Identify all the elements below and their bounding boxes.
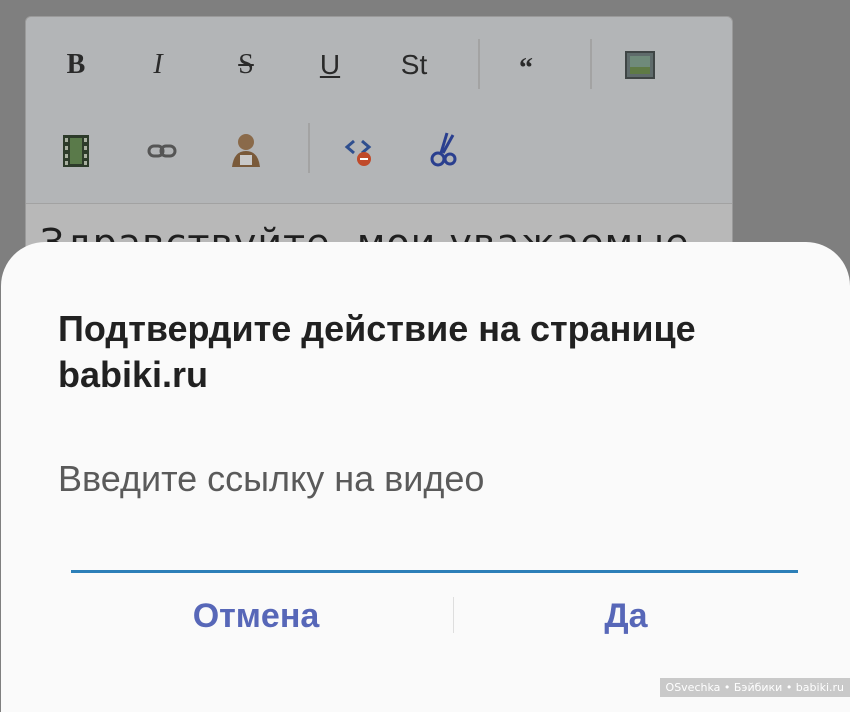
toolbar-separator	[308, 123, 310, 173]
insert-video-button[interactable]	[54, 129, 98, 173]
ok-button[interactable]: Да	[471, 586, 781, 646]
quote-button[interactable]: “	[504, 47, 548, 91]
watermark: OSvechka • Бэйбики • babiki.ru	[659, 678, 850, 697]
bold-button[interactable]: B	[54, 43, 98, 87]
cancel-button[interactable]: Отмена	[101, 586, 411, 646]
toolbar-separator	[590, 39, 592, 89]
link-icon	[147, 144, 177, 158]
underline-button[interactable]: U	[308, 43, 352, 87]
editor-toolbar: B I S U St “	[26, 17, 732, 204]
image-icon	[625, 51, 655, 79]
film-icon	[63, 135, 89, 167]
toolbar-separator	[478, 39, 480, 89]
insert-link-button[interactable]	[140, 129, 184, 173]
button-divider	[453, 597, 454, 633]
code-icon	[344, 139, 372, 166]
italic-button[interactable]: I	[136, 43, 180, 87]
cut-button[interactable]	[422, 127, 466, 171]
insert-code-button[interactable]	[338, 129, 382, 173]
insert-image-button[interactable]	[618, 43, 662, 87]
video-url-input[interactable]	[71, 532, 798, 573]
scissors-icon	[430, 132, 457, 167]
dialog-title: Подтвердите действие на странице babiki.…	[58, 308, 696, 395]
strikethrough-button[interactable]: S	[224, 43, 268, 87]
insert-user-button[interactable]	[224, 127, 268, 171]
style-button[interactable]: St	[392, 43, 436, 87]
prompt-dialog: Подтвердите действие на странице babiki.…	[1, 242, 850, 712]
user-icon	[232, 134, 260, 167]
dialog-message: Введите ссылку на видео	[58, 458, 485, 499]
